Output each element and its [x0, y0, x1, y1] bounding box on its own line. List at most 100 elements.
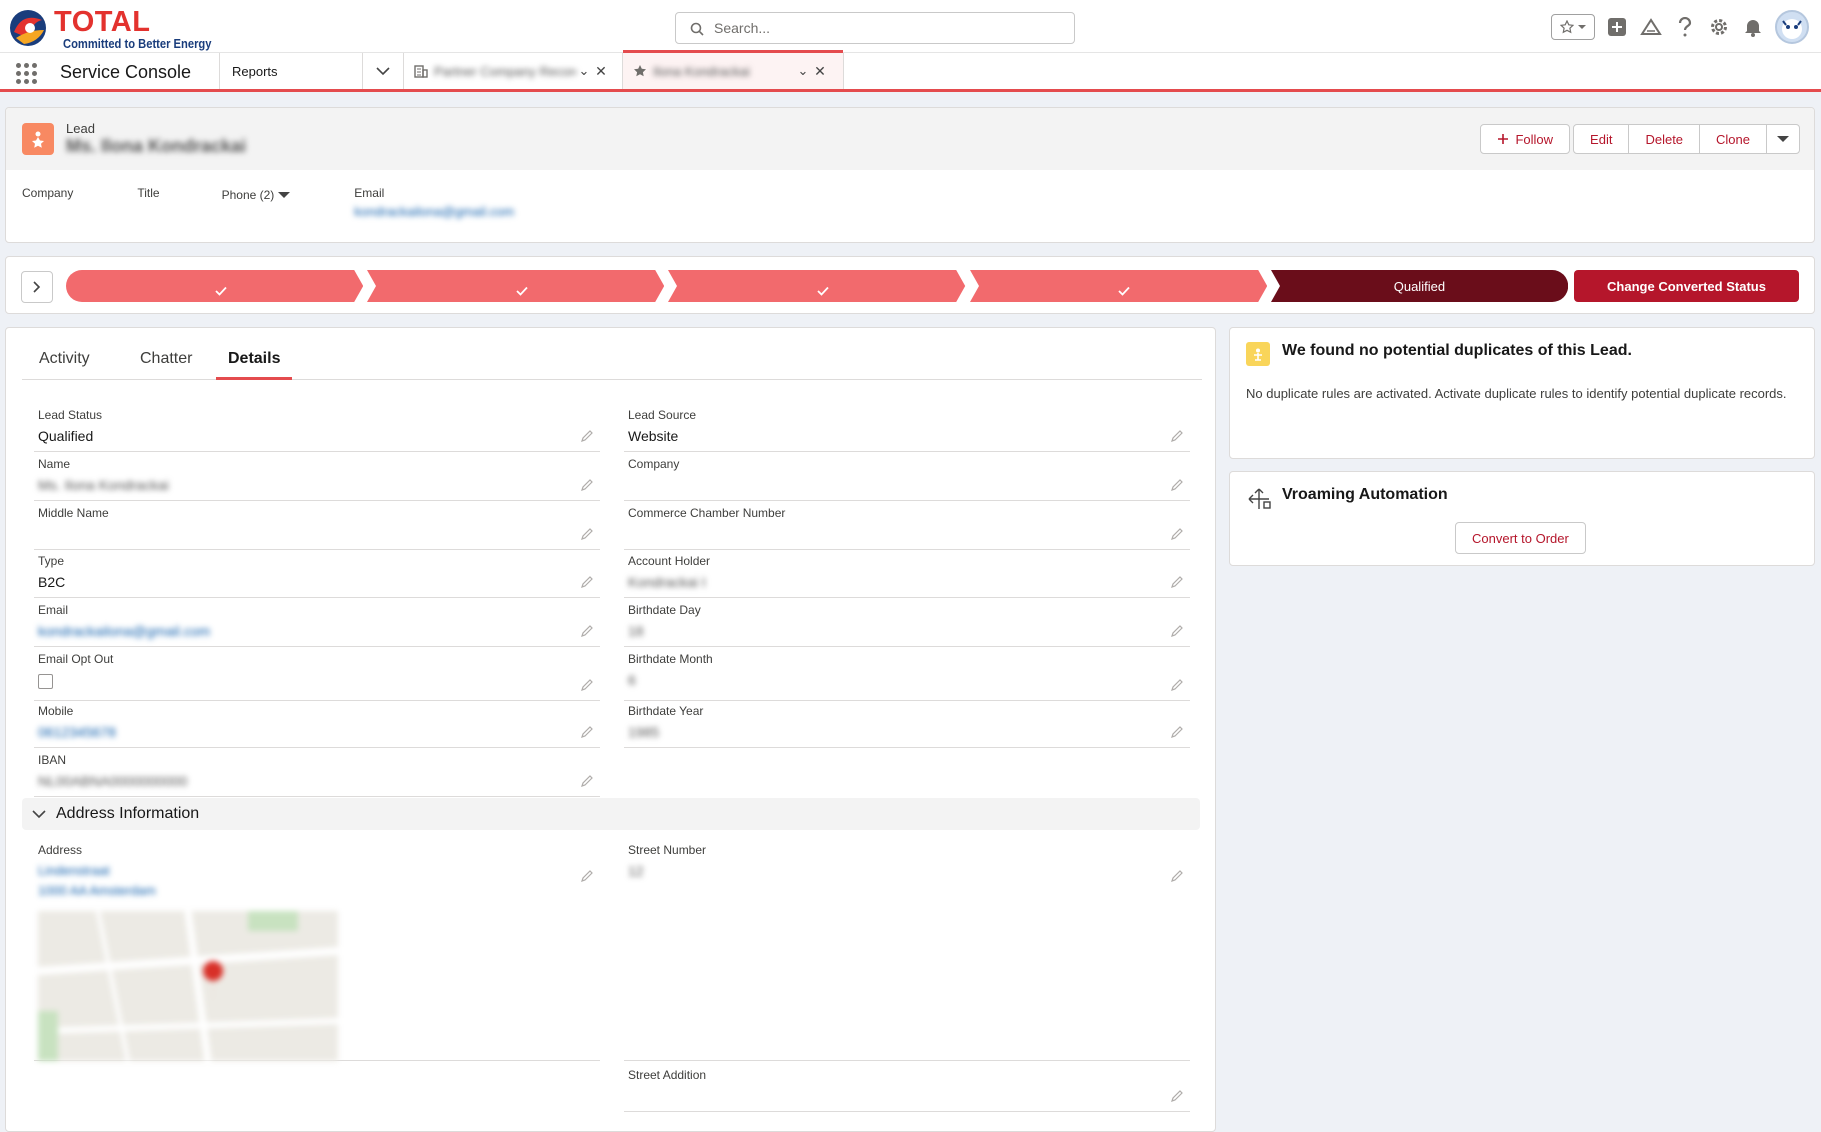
field-mobile: Mobile 0612345678	[34, 704, 600, 748]
workspace-tab-partner[interactable]: Partner Company Record ⌄ ✕	[404, 53, 622, 89]
navigation-bar: Service Console Reports Partner Company …	[0, 50, 1821, 92]
tab-activity[interactable]: Activity	[39, 350, 90, 380]
field-account-holder: Account Holder Kondrackai I	[624, 554, 1190, 598]
iban-value: NL00ABNA0000000000	[38, 773, 188, 789]
global-search[interactable]	[675, 12, 1075, 44]
record-object-type: Lead	[66, 121, 95, 136]
chevron-down-icon	[1777, 136, 1789, 142]
close-icon[interactable]: ✕	[811, 63, 829, 80]
change-converted-status-button[interactable]: Change Converted Status	[1574, 270, 1799, 302]
highlight-email-link[interactable]: kondrackailona@gmail.com	[354, 204, 514, 219]
setup-button[interactable]	[1707, 15, 1731, 39]
path-stage-label: Qualified	[1393, 278, 1446, 294]
address-line-2[interactable]: 1000 AA Amsterdam	[38, 883, 600, 901]
app-name: Service Console	[60, 62, 192, 82]
clone-button[interactable]: Clone	[1699, 124, 1767, 154]
address-line-1[interactable]: Lindenstraat	[38, 863, 600, 881]
edit-pencil-icon[interactable]	[580, 575, 594, 589]
edit-pencil-icon[interactable]	[1170, 725, 1184, 739]
birthdate-month-value: 6	[628, 672, 636, 688]
street-number-value: 12	[628, 863, 644, 879]
search-input[interactable]	[714, 18, 1064, 38]
setup-gear-icon	[1711, 19, 1727, 35]
edit-pencil-icon[interactable]	[580, 725, 594, 739]
edit-pencil-icon[interactable]	[580, 478, 594, 492]
total-logo-mark-icon	[10, 10, 46, 46]
highlight-title: Title	[137, 186, 160, 200]
convert-to-order-button[interactable]: Convert to Order	[1455, 522, 1586, 554]
notifications-bell-icon	[1745, 20, 1761, 37]
edit-pencil-icon[interactable]	[580, 869, 594, 883]
highlight-company: Company	[22, 186, 74, 200]
edit-pencil-icon[interactable]	[1170, 478, 1184, 492]
email-opt-out-checkbox[interactable]	[38, 674, 53, 689]
edit-pencil-icon[interactable]	[580, 527, 594, 541]
trailhead-button[interactable]	[1639, 15, 1663, 39]
edit-pencil-icon[interactable]	[580, 678, 594, 692]
edit-pencil-icon[interactable]	[1170, 575, 1184, 589]
edit-pencil-icon[interactable]	[1170, 678, 1184, 692]
edit-pencil-icon[interactable]	[1170, 869, 1184, 883]
phone-label: Phone (2)	[221, 188, 275, 202]
edit-button[interactable]: Edit	[1573, 124, 1630, 154]
follow-button[interactable]: Follow	[1480, 124, 1571, 154]
address-section-header[interactable]: Address Information	[22, 798, 1200, 830]
nav-item-reports[interactable]: Reports	[220, 53, 360, 89]
field-birthdate-day: Birthdate Day 18	[624, 603, 1190, 647]
edit-pencil-icon[interactable]	[1170, 527, 1184, 541]
more-actions-button[interactable]	[1766, 124, 1800, 154]
close-icon[interactable]: ✕	[592, 63, 610, 80]
chevron-right-icon	[33, 281, 41, 293]
path-stage-complete[interactable]	[969, 270, 1267, 302]
edit-pencil-icon[interactable]	[580, 774, 594, 788]
edit-pencil-icon[interactable]	[1170, 429, 1184, 443]
path-toggle-button[interactable]	[21, 271, 53, 303]
chevron-down-icon	[1578, 25, 1586, 29]
path-stage-complete[interactable]	[367, 270, 665, 302]
edit-pencil-icon[interactable]	[580, 624, 594, 638]
record-actions: Follow Edit Delete Clone	[1476, 124, 1800, 154]
path-stage-complete[interactable]	[66, 270, 364, 302]
mobile-link[interactable]: 0612345678	[38, 724, 600, 742]
total-logo[interactable]: TOTAL Committed to Better Energy	[8, 6, 213, 51]
lead-status-value: Qualified	[38, 428, 94, 444]
user-avatar[interactable]	[1775, 10, 1809, 44]
edit-pencil-icon[interactable]	[1170, 1089, 1184, 1103]
global-actions-button[interactable]	[1605, 15, 1629, 39]
field-middle-name: Middle Name	[34, 506, 600, 550]
tab-details[interactable]: Details	[216, 350, 293, 380]
address-map[interactable]	[37, 910, 339, 1062]
global-header: TOTAL Committed to Better Energy	[0, 0, 1821, 53]
chevron-down-icon	[376, 67, 390, 76]
details-panel: Activity Chatter Details Lead Status Qua…	[5, 327, 1216, 1132]
flow-icon	[1248, 488, 1271, 509]
workspace-tab-lead[interactable]: Ilona Kondrackai ⌄ ✕	[623, 50, 843, 89]
field-lead-source: Lead Source Website	[624, 408, 1190, 452]
path-stage-current[interactable]: Qualified	[1270, 270, 1568, 302]
help-button[interactable]	[1673, 15, 1697, 39]
highlight-phone[interactable]: Phone (2)	[222, 186, 291, 219]
highlights-panel: Company Title Phone (2) Email kondrackai…	[22, 186, 578, 219]
tab-chatter[interactable]: Chatter	[140, 350, 192, 380]
field-address: Address Lindenstraat 1000 AA Amsterdam	[34, 843, 600, 1062]
building-icon	[414, 64, 428, 78]
nav-menu-button[interactable]	[363, 53, 403, 89]
path-stage-complete[interactable]	[668, 270, 966, 302]
field-email: Email kondrackailona@gmail.com	[34, 603, 600, 647]
field-iban: IBAN NL00ABNA0000000000	[34, 753, 600, 797]
chevron-down-icon[interactable]: ⌄	[576, 63, 592, 79]
chevron-down-icon[interactable]: ⌄	[795, 63, 811, 79]
path-stages: Qualified	[66, 270, 1568, 302]
plus-icon	[1498, 134, 1509, 144]
app-launcher-button[interactable]	[14, 61, 38, 85]
email-link[interactable]: kondrackailona@gmail.com	[38, 623, 600, 641]
delete-button[interactable]: Delete	[1628, 124, 1701, 154]
notifications-button[interactable]	[1741, 15, 1765, 39]
lead-icon	[22, 123, 54, 155]
edit-pencil-icon[interactable]	[1170, 624, 1184, 638]
birthdate-year-value: 1985	[628, 724, 660, 740]
edit-pencil-icon[interactable]	[580, 429, 594, 443]
help-icon	[1678, 17, 1692, 37]
favorites-button[interactable]	[1551, 14, 1595, 40]
street-addition-value	[628, 1088, 1190, 1106]
